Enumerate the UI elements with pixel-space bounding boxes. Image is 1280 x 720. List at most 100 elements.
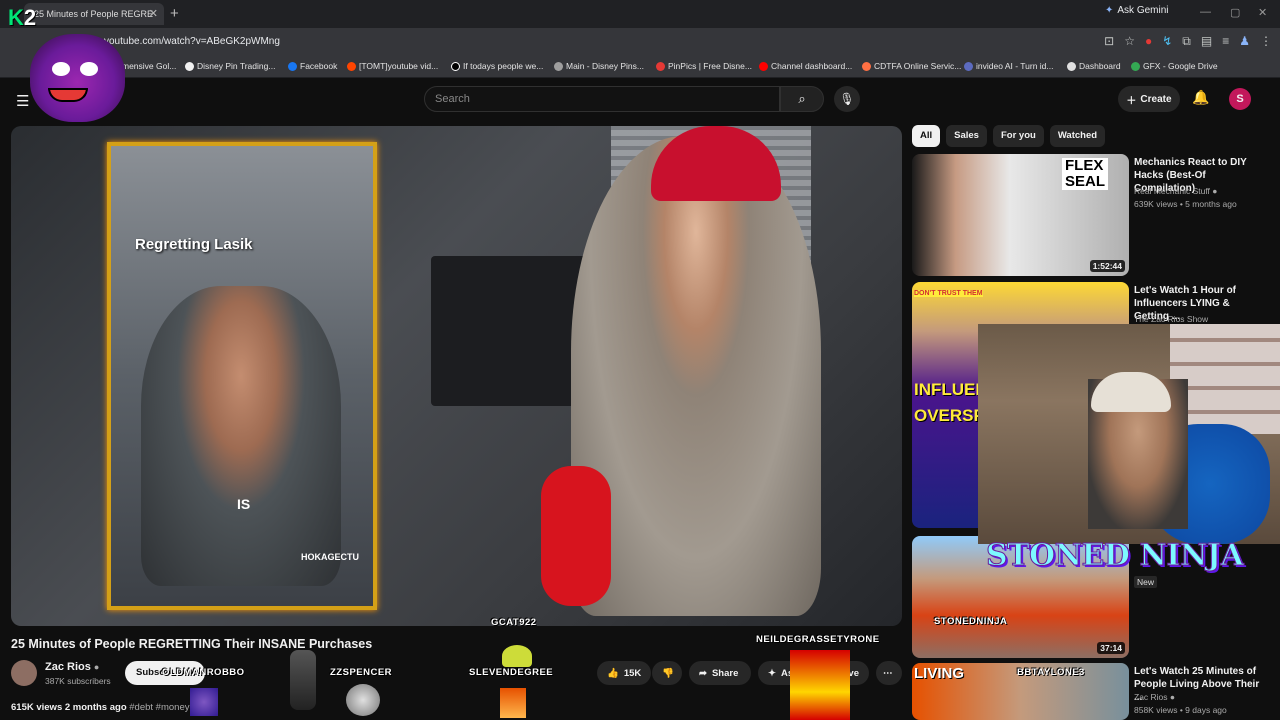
user-avatar[interactable]: S (1229, 88, 1251, 110)
create-label: Create (1140, 93, 1172, 105)
share-button[interactable]: ➦ Share (689, 661, 751, 685)
dislike-button[interactable]: 👎 (652, 661, 682, 685)
bookmark-star-icon[interactable]: ☆ (1124, 34, 1135, 49)
tiktok-caption: Regretting Lasik (135, 236, 253, 253)
bookmark-label: Channel dashboard... (771, 61, 853, 71)
bookmark-item[interactable]: Facebook (288, 61, 337, 71)
soldier-sprite-icon (290, 650, 316, 710)
url-field[interactable]: youtube.com/watch?v=ABeGK2pWMng (104, 36, 280, 47)
new-tab-icon[interactable]: + (170, 5, 179, 22)
tiktok-clip: Regretting Lasik IS HOKAGECTU (107, 142, 377, 610)
channel-name[interactable]: Zac Rios ● (45, 661, 99, 673)
sidepanel-icon[interactable]: ▤ (1201, 34, 1212, 49)
like-button[interactable]: 👍 15K (597, 661, 651, 685)
share-icon: ➦ (699, 667, 707, 679)
install-icon[interactable]: ⊡ (1104, 34, 1114, 49)
bookmark-favicon (1067, 61, 1076, 71)
video-player[interactable]: Regretting Lasik IS HOKAGECTU (11, 126, 902, 626)
bookmark-item[interactable]: CDTFA Online Servic... (862, 61, 961, 71)
more-actions-icon[interactable]: ⋯ (876, 661, 902, 685)
reddit-icon (347, 61, 356, 71)
channel-subscribers: 387K subscribers (45, 676, 111, 686)
video-duration: 37:14 (1097, 642, 1125, 654)
invideo-icon (964, 61, 973, 71)
bookmark-label: [TOMT]youtube vid... (359, 61, 439, 71)
search-icon[interactable]: ⌕ (780, 86, 824, 112)
overlay-username: NEILDEGRASSETYRONE (756, 634, 880, 645)
thumbnail-badge: DON'T TRUST THEM (914, 290, 983, 297)
bookmark-label: Disney Pin Trading... (197, 61, 276, 71)
frog-sprite-icon (502, 645, 532, 667)
red-microphone (541, 466, 611, 606)
window-close-icon[interactable]: ✕ (1258, 6, 1267, 19)
share-label: Share (711, 667, 739, 679)
maximize-icon[interactable]: ▢ (1230, 6, 1240, 19)
sparkle-icon: ✦ (1105, 5, 1114, 16)
bookmark-label: GFX - Google Drive (1143, 61, 1218, 71)
minimize-icon[interactable]: — (1200, 6, 1211, 18)
bookmark-item[interactable]: PinPics | Free Disne... (656, 61, 752, 71)
chip-all[interactable]: All (912, 125, 941, 147)
tiktok-username: HOKAGECTU (301, 552, 359, 562)
bookmark-favicon (554, 61, 563, 71)
tiktok-icon (451, 61, 460, 71)
browser-toolbar-icons: ⊡ ☆ ● ↯ ⧉ ▤ ≡ ♟ ⋮ (1104, 34, 1272, 49)
profile-icon[interactable]: ♟ (1239, 34, 1250, 49)
stoned-ninja-banner: STONED NINJA (985, 538, 1244, 574)
overlay-username: BBTAYLONE3 (1017, 667, 1085, 678)
recommendation-channel: Zac Rios ● (1134, 692, 1175, 702)
video-thumbnail[interactable]: LIVING BBTAYLONE3 (912, 663, 1129, 720)
ironman-sprite-icon (790, 650, 850, 720)
filter-chips: All Sales For you Watched (912, 125, 1106, 147)
browser-tab[interactable]: 25 Minutes of People REGRE ✕ (24, 3, 164, 25)
chip-for-you[interactable]: For you (992, 125, 1044, 147)
chip-watched[interactable]: Watched (1049, 125, 1106, 147)
thumbnail-text-line: SEAL (1065, 173, 1106, 190)
thumbnail-text-line: FLEX (1065, 157, 1104, 174)
browser-menu-icon[interactable]: ⋮ (1260, 34, 1272, 49)
bookmark-item[interactable]: [TOMT]youtube vid... (347, 61, 438, 71)
browser-tab-strip (0, 0, 1280, 28)
bookmark-label: Dashboard (1079, 61, 1121, 71)
tiktok-person (141, 286, 341, 586)
bookmark-label: If todays people we... (463, 61, 544, 71)
like-count: 15K (623, 667, 642, 679)
overlay-username: ZZSPENCER (330, 667, 393, 678)
recommendation-channel: The Zac Rios Show (1134, 314, 1209, 324)
extension-red-icon[interactable]: ● (1145, 34, 1152, 49)
bookmark-item[interactable]: If todays people we... (451, 61, 543, 71)
ask-gemini-label: Ask Gemini (1117, 5, 1169, 16)
channel-avatar[interactable] (11, 660, 37, 686)
video-thumbnail[interactable]: FLEX SEAL 1:52:44 (912, 154, 1129, 276)
reading-list-icon[interactable]: ≡ (1222, 34, 1229, 49)
mascot-eye (80, 62, 98, 76)
search-input[interactable]: Search (424, 86, 780, 112)
streamer-webcam (978, 324, 1280, 544)
bookmark-item[interactable]: GFX - Google Drive (1131, 61, 1218, 71)
bookmark-item[interactable]: Main - Disney Pins... (554, 61, 644, 71)
bookmark-label: CDTFA Online Servic... (874, 61, 962, 71)
recommendation-item[interactable]: LIVING BBTAYLONE3 Let's Watch 25 Minutes… (912, 663, 1272, 720)
close-tab-icon[interactable]: ✕ (149, 7, 158, 20)
video-description[interactable]: 615K views 2 months ago #debt #money anc… (11, 702, 213, 713)
extensions-puzzle-icon[interactable]: ⧉ (1182, 34, 1191, 49)
overlay-username: OLDMANROBBO (162, 667, 245, 678)
bookmark-item[interactable]: invideo AI - Turn id... (964, 61, 1053, 71)
bookmark-label: Facebook (300, 61, 338, 71)
microphone-icon[interactable]: 🎙 (834, 86, 860, 112)
ask-gemini-button[interactable]: ✦ Ask Gemini (1105, 5, 1169, 16)
mascot-mouth (48, 88, 88, 102)
hamburger-menu-icon[interactable]: ☰ (16, 92, 29, 110)
bookmark-item[interactable]: Dashboard (1067, 61, 1121, 71)
create-button[interactable]: ＋ Create (1118, 86, 1180, 112)
bookmark-favicon (185, 61, 194, 71)
chip-sales[interactable]: Sales (946, 125, 987, 147)
bookmark-item[interactable]: Disney Pin Trading... (185, 61, 275, 71)
facebook-icon (288, 61, 297, 71)
extension-blue-icon[interactable]: ↯ (1162, 34, 1172, 49)
spiky-sprite-icon (346, 684, 380, 716)
plus-icon: ＋ (1126, 95, 1137, 107)
notifications-bell-icon[interactable]: 🔔 (1192, 89, 1209, 106)
recommendation-item[interactable]: FLEX SEAL 1:52:44 Mechanics React to DIY … (912, 154, 1272, 276)
bookmark-item[interactable]: Channel dashboard... (759, 61, 852, 71)
